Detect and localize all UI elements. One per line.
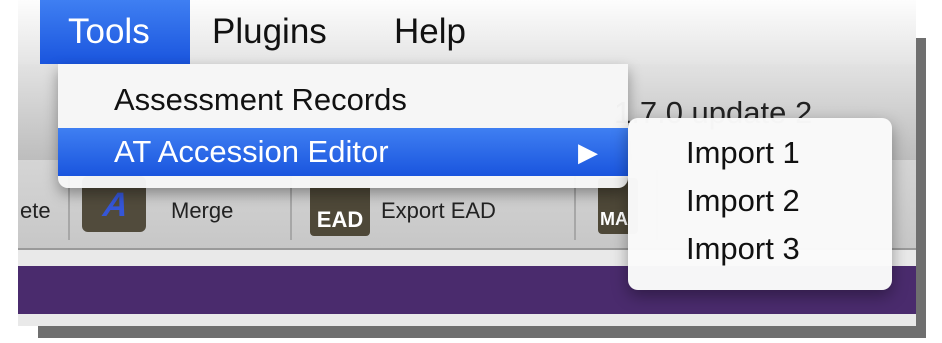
menu-item-label: AT Accession Editor bbox=[114, 134, 389, 169]
delete-label: ete bbox=[20, 198, 51, 223]
accession-editor-submenu: Import 1 Import 2 Import 3 bbox=[628, 118, 892, 290]
submenu-item-import-3[interactable]: Import 3 bbox=[628, 226, 892, 272]
merge-label: Merge bbox=[171, 198, 234, 223]
export-ead-label: Export EAD bbox=[381, 198, 496, 223]
menu-item-label: Assessment Records bbox=[114, 82, 407, 117]
menu-tools[interactable]: Tools bbox=[40, 0, 190, 64]
menu-bar: Tools Plugins Help bbox=[18, 0, 916, 64]
app-window: Tools Plugins Help 1.7.0 update 2 ete A … bbox=[18, 0, 916, 326]
submenu-item-import-1[interactable]: Import 1 bbox=[628, 130, 892, 176]
submenu-item-import-2[interactable]: Import 2 bbox=[628, 178, 892, 224]
menu-item-assessment-records[interactable]: Assessment Records bbox=[58, 76, 628, 124]
submenu-arrow-icon: ▶ bbox=[578, 137, 598, 167]
marc-icon-text: MA bbox=[600, 209, 628, 229]
menu-help[interactable]: Help bbox=[394, 0, 466, 64]
tools-dropdown-menu: Assessment Records AT Accession Editor ▶ bbox=[58, 64, 628, 188]
ead-icon-text: EAD bbox=[316, 207, 364, 232]
menu-plugins[interactable]: Plugins bbox=[212, 0, 327, 64]
menu-item-at-accession-editor[interactable]: AT Accession Editor ▶ bbox=[58, 128, 628, 176]
